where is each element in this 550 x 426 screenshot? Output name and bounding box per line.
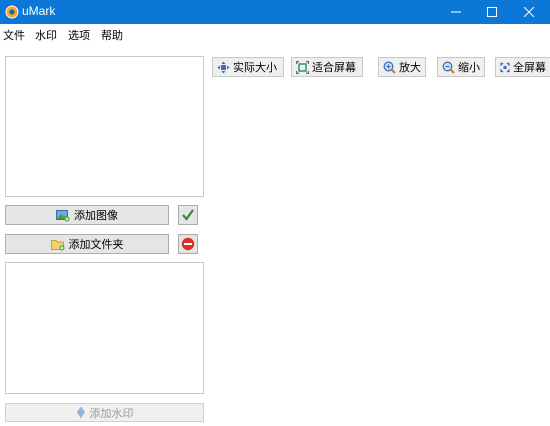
close-icon — [524, 7, 534, 17]
remove-button[interactable] — [178, 234, 198, 254]
window-title: uMark — [22, 4, 56, 18]
maximize-button[interactable] — [474, 0, 510, 24]
close-button[interactable] — [511, 0, 547, 24]
menu-help[interactable]: 帮助 — [101, 27, 123, 43]
zoom-in-label: 放大 — [399, 61, 421, 74]
add-watermark-label: 添加水印 — [89, 406, 134, 420]
menu-options[interactable]: 选项 — [68, 27, 90, 43]
actual-size-icon — [217, 61, 230, 73]
preview-canvas[interactable] — [210, 82, 550, 426]
add-watermark-button[interactable]: 添加水印 — [5, 403, 204, 422]
add-image-icon — [56, 209, 70, 221]
add-image-label: 添加图像 — [74, 209, 118, 222]
zoom-out-button[interactable]: 缩小 — [437, 57, 485, 77]
confirm-button[interactable] — [178, 205, 198, 225]
title-bar: uMark — [0, 0, 550, 24]
actual-size-button[interactable]: 实际大小 — [212, 57, 284, 77]
minimize-icon — [451, 11, 461, 13]
checkmark-icon — [182, 209, 194, 221]
zoom-out-icon — [442, 61, 455, 74]
add-folder-icon — [50, 239, 64, 250]
fit-screen-button[interactable]: 适合屏幕 — [291, 57, 363, 77]
fullscreen-button[interactable]: 全屏幕 — [495, 57, 550, 77]
add-image-button[interactable]: 添加图像 — [5, 205, 169, 225]
zoom-in-button[interactable]: 放大 — [378, 57, 426, 77]
menu-bar: 文件 水印 选项 帮助 — [0, 24, 550, 44]
add-folder-button[interactable]: 添加文件夹 — [5, 234, 169, 254]
fit-screen-icon — [296, 60, 309, 74]
zoom-out-label: 缩小 — [458, 61, 480, 74]
menu-watermark[interactable]: 水印 — [35, 27, 57, 43]
maximize-icon — [487, 7, 497, 17]
watermark-list-panel[interactable] — [5, 262, 204, 394]
image-list-panel[interactable] — [5, 56, 204, 197]
remove-icon — [181, 237, 195, 251]
fullscreen-label: 全屏幕 — [513, 61, 546, 74]
watermark-pin-icon — [76, 406, 85, 419]
add-folder-label: 添加文件夹 — [68, 238, 124, 251]
zoom-in-icon — [383, 61, 396, 74]
actual-size-label: 实际大小 — [233, 61, 277, 74]
menu-file[interactable]: 文件 — [3, 27, 25, 43]
minimize-button[interactable] — [438, 0, 474, 24]
fullscreen-icon — [500, 62, 510, 72]
app-icon — [5, 5, 19, 19]
fit-screen-label: 适合屏幕 — [312, 61, 356, 74]
